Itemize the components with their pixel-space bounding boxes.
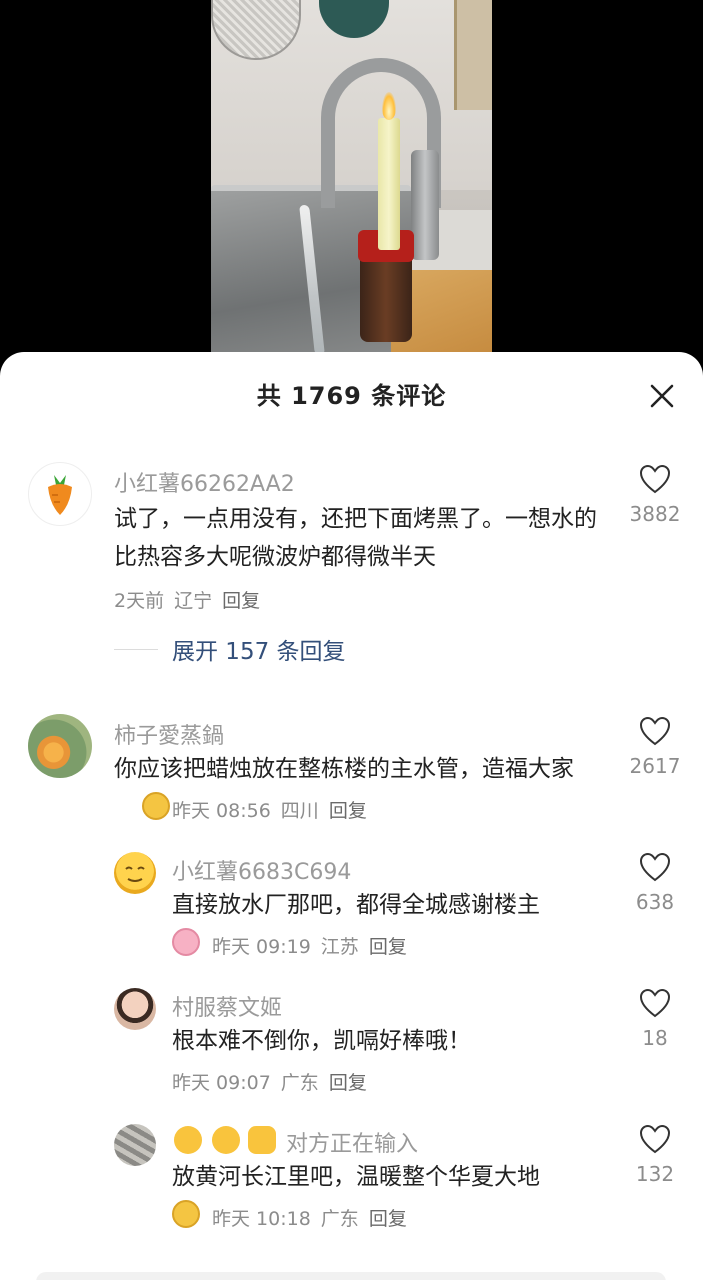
carrot-icon: [48, 475, 72, 515]
video-preview[interactable]: [211, 0, 492, 360]
smile-face-icon: [125, 866, 145, 882]
reply-button[interactable]: 回复: [329, 796, 367, 823]
comment-time: 昨天 09:07: [172, 1072, 271, 1094]
comment-item: 柿子愛蒸鍋 你应该把蜡烛放在整栋楼的主水管，造福大家 昨天 08:56 四川 回…: [0, 710, 703, 840]
comment-username[interactable]: 小红薯6683C694: [172, 854, 351, 886]
comment-time: 昨天 10:18: [212, 1208, 311, 1230]
close-icon: [650, 384, 674, 408]
close-button[interactable]: [640, 374, 684, 418]
comment-username[interactable]: 小红薯66262AA2: [114, 466, 295, 498]
like-count: 3882: [629, 502, 681, 526]
heart-icon: [639, 852, 671, 882]
video-cabinet: [454, 0, 492, 110]
comment-sheet: 共 1769 条评论 小红薯66262AA2 试了，一点用没有，还把下面烤黑了。…: [0, 352, 703, 1280]
comment-text: 根本难不倒你，凯嗝好棒哦！: [172, 1028, 471, 1054]
heart-icon: [639, 1124, 671, 1154]
comment-time: 2天前: [114, 590, 165, 612]
like-count: 638: [635, 890, 675, 914]
comment-text: 放黄河长江里吧，温暖整个华夏大地: [172, 1164, 540, 1190]
comment-time: 昨天 09:19: [212, 936, 311, 958]
sticker-icon: [172, 928, 200, 956]
reply-button[interactable]: 回复: [369, 932, 407, 959]
comment-meta: 昨天 09:07 广东 回复: [172, 1068, 367, 1095]
reply-button[interactable]: 回复: [329, 1068, 367, 1095]
like-button[interactable]: 132: [620, 1124, 690, 1186]
comment-meta: 昨天 08:56 四川 回复: [172, 796, 367, 823]
like-count: 18: [642, 1026, 668, 1050]
comment-meta: 昨天 09:19 江苏 回复: [212, 932, 407, 959]
comment-location: 四川: [280, 800, 319, 822]
heart-icon: [639, 464, 671, 494]
avatar[interactable]: [114, 852, 156, 894]
like-button[interactable]: 638: [620, 852, 690, 914]
neutral-face-emoji-icon: [212, 1126, 240, 1154]
like-count: 132: [635, 1162, 675, 1186]
comment-username[interactable]: 村服蔡文姬: [172, 990, 282, 1022]
comment-location: 辽宁: [174, 590, 213, 612]
comment-time: 昨天 08:56: [172, 800, 271, 822]
like-count: 2617: [629, 754, 681, 778]
comment-count-title: 共 1769 条评论: [256, 382, 447, 410]
sticker-icon: [172, 1200, 200, 1228]
comment-username[interactable]: 柿子愛蒸鍋: [114, 718, 224, 750]
like-button[interactable]: 3882: [620, 464, 690, 526]
reply-item: 对方正在输入 放黄河长江里吧，温暖整个华夏大地 昨天 10:18 广东 回复 1…: [0, 1120, 703, 1230]
comment-username[interactable]: 对方正在输入: [286, 1126, 418, 1158]
comment-text: 你应该把蜡烛放在整栋楼的主水管，造福大家: [114, 756, 574, 782]
video-flame: [382, 92, 396, 120]
sticker-icon: [142, 792, 170, 820]
avatar[interactable]: [114, 988, 156, 1030]
avatar[interactable]: [114, 1124, 156, 1166]
heart-icon: [639, 988, 671, 1018]
video-faucet-base: [411, 150, 439, 260]
comment-location: 江苏: [320, 936, 359, 958]
avatar[interactable]: [28, 714, 92, 778]
like-button[interactable]: 18: [620, 988, 690, 1050]
comment-text: 试了，一点用没有，还把下面烤黑了。一想水的比热容多大呢微波炉都得微半天: [114, 506, 597, 570]
comment-input-bar[interactable]: [36, 1272, 666, 1280]
comment-location: 广东: [320, 1208, 359, 1230]
comment-meta: 昨天 10:18 广东 回复: [212, 1204, 407, 1231]
avatar[interactable]: [28, 462, 92, 526]
raised-hand-emoji-icon: [248, 1126, 276, 1154]
reply-button[interactable]: 回复: [369, 1204, 407, 1231]
comment-text: 直接放水厂那吧，都得全城感谢楼主: [172, 892, 540, 918]
comment-location: 广东: [280, 1072, 319, 1094]
like-button[interactable]: 2617: [620, 716, 690, 778]
expand-replies-label: 展开 157 条回复: [172, 639, 346, 665]
sheet-header: 共 1769 条评论: [0, 352, 703, 432]
expand-replies-button[interactable]: 展开 157 条回复: [114, 632, 346, 666]
divider: [114, 648, 158, 650]
reply-item: 小红薯6683C694 直接放水厂那吧，都得全城感谢楼主 昨天 09:19 江苏…: [0, 848, 703, 958]
heart-icon: [639, 716, 671, 746]
comment-meta: 2天前 辽宁 回复: [114, 586, 260, 613]
video-candle: [378, 118, 400, 250]
reply-button[interactable]: 回复: [222, 586, 260, 613]
rock-hand-emoji-icon: [174, 1126, 202, 1154]
reply-item: 村服蔡文姬 根本难不倒你，凯嗝好棒哦！ 昨天 09:07 广东 回复 18: [0, 984, 703, 1094]
